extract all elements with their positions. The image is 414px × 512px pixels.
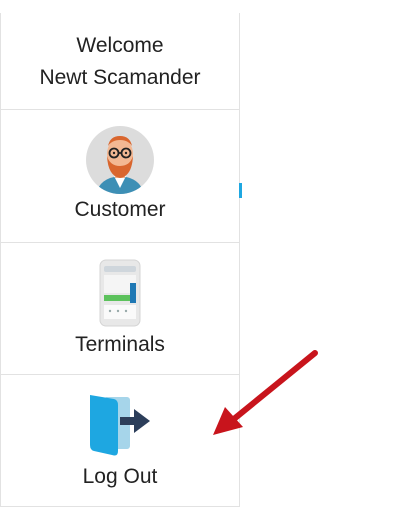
logout-door-icon xyxy=(90,395,150,456)
menu-item-terminals[interactable]: Terminals xyxy=(1,243,239,375)
annotation-arrow-icon xyxy=(213,350,318,435)
user-name: Newt Scamander xyxy=(39,66,201,89)
menu-item-logout-label: Log Out xyxy=(82,465,158,488)
menu-item-customer-label: Customer xyxy=(74,198,166,221)
menu-item-terminals-label: Terminals xyxy=(75,333,165,356)
menu-item-logout[interactable]: Log Out xyxy=(1,375,239,507)
sidebar-menu: Welcome Newt Scamander Customer Terminal… xyxy=(0,13,240,507)
welcome-greeting: Welcome xyxy=(76,34,164,57)
menu-item-customer[interactable]: Customer xyxy=(1,110,239,243)
accent-marker xyxy=(239,183,242,198)
customer-avatar-icon xyxy=(86,126,154,194)
terminal-device-icon xyxy=(99,259,141,327)
welcome-header: Welcome Newt Scamander xyxy=(1,13,239,110)
